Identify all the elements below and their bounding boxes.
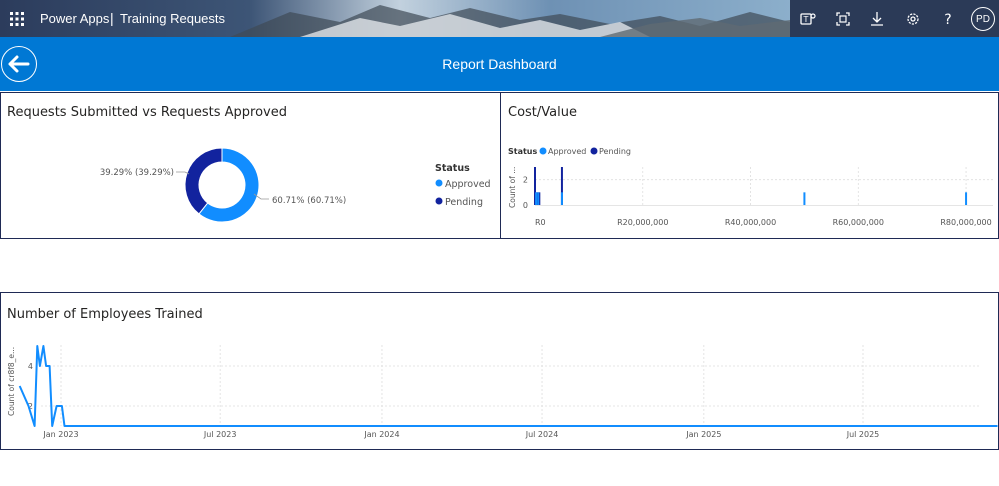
page-header: Report Dashboard xyxy=(0,37,999,91)
waffle-icon[interactable] xyxy=(10,12,24,26)
legend-approved-label[interactable]: Approved xyxy=(548,147,586,156)
x-tick-label: Jul 2025 xyxy=(846,430,880,439)
fit-screen-icon[interactable] xyxy=(834,10,852,28)
app-title: Training Requests xyxy=(120,11,226,26)
pending-data-label: 39.29% (39.29%) xyxy=(100,168,174,178)
x-tick-label: Jul 2023 xyxy=(203,430,237,439)
y-tick-label: 2 xyxy=(523,176,528,185)
app-name[interactable]: Power Apps xyxy=(40,11,109,26)
x-tick-label: R60,000,000 xyxy=(833,218,884,227)
svg-text:T: T xyxy=(803,15,809,24)
x-tick-label: Jan 2025 xyxy=(685,430,721,439)
app-bar: Power Apps | Training Requests T ? PD xyxy=(0,0,999,37)
y-axis-label: Count of cr8f8_e... xyxy=(7,347,16,416)
legend-pending-marker xyxy=(590,147,598,155)
download-icon[interactable] xyxy=(868,10,886,28)
cost-value-panel: Cost/Value Status Approved Pending Count… xyxy=(500,92,999,239)
x-tick-label: R40,000,000 xyxy=(725,218,776,227)
avatar[interactable]: PD xyxy=(971,7,995,31)
employees-trained-line[interactable] xyxy=(18,345,998,427)
page-title: Report Dashboard xyxy=(442,56,557,72)
legend-pending-label[interactable]: Pending xyxy=(445,197,483,208)
legend-approved-marker xyxy=(539,147,547,155)
employees-trained-panel: Number of Employees Trained Count of cr8… xyxy=(0,292,999,450)
x-tick-label: Jan 2023 xyxy=(42,430,78,439)
approved-data-label: 60.71% (60.71%) xyxy=(272,196,346,206)
legend-title: Status xyxy=(435,163,470,174)
legend-approved-label[interactable]: Approved xyxy=(445,179,491,190)
employees-line-chart: Count of cr8f8_e... 24 Jan 2023 Jul 2023 J… xyxy=(7,345,998,439)
legend-pending-label[interactable]: Pending xyxy=(599,147,631,156)
bar-approved[interactable] xyxy=(535,192,538,205)
breadcrumb-separator: | xyxy=(110,10,114,26)
bar-approved[interactable] xyxy=(537,192,540,205)
settings-icon[interactable] xyxy=(904,10,922,28)
legend-approved-marker xyxy=(435,179,443,187)
legend-title: Status xyxy=(508,147,538,156)
donut-slice-pending[interactable] xyxy=(184,147,223,215)
bar-approved[interactable] xyxy=(803,192,806,205)
cost-value-chart: Status Approved Pending Count of ... 02 … xyxy=(508,147,993,227)
x-tick-label: Jan 2024 xyxy=(363,430,399,439)
x-tick-label: R0 xyxy=(535,218,546,227)
x-tick-label: Jul 2024 xyxy=(525,430,559,439)
donut-chart: 39.29% (39.29%) 60.71% (60.71%) Status A… xyxy=(100,147,491,223)
requests-donut-panel: Requests Submitted vs Requests Approved … xyxy=(0,92,501,239)
svg-text:?: ? xyxy=(944,12,951,28)
bar-approved[interactable] xyxy=(965,192,968,205)
y-tick-label: 0 xyxy=(523,201,528,210)
legend-pending-marker xyxy=(435,197,443,205)
y-tick-label: 4 xyxy=(28,362,33,371)
y-axis-label: Count of ... xyxy=(508,167,517,208)
x-tick-label: R80,000,000 xyxy=(940,218,991,227)
help-icon[interactable]: ? xyxy=(939,10,957,28)
bar-approved[interactable] xyxy=(560,192,563,205)
x-tick-label: R20,000,000 xyxy=(617,218,668,227)
teams-icon[interactable]: T xyxy=(799,10,817,28)
